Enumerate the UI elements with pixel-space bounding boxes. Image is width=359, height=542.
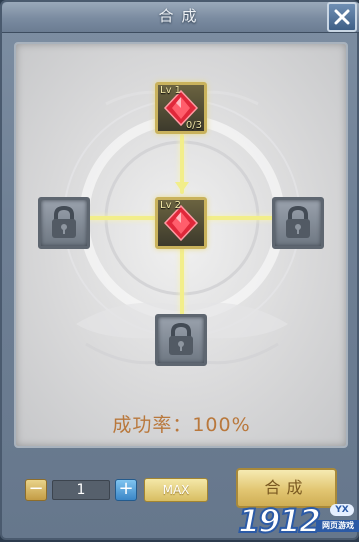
quantity-decrease-button[interactable]: − (25, 479, 47, 501)
result-level-label: Lv 2 (160, 200, 182, 211)
title-bar: 合成 (2, 2, 359, 33)
material-gem-slot[interactable]: Lv 1 0/3 (155, 82, 207, 134)
locked-slot-left[interactable] (38, 197, 90, 249)
watermark-number: 1912 (237, 501, 322, 541)
close-icon (334, 9, 350, 25)
success-rate-text: 成功率：100% (112, 414, 251, 436)
material-count-label: 0/3 (185, 120, 202, 131)
quantity-increase-button[interactable]: + (115, 479, 137, 501)
close-button[interactable] (327, 2, 357, 32)
lock-icon (169, 322, 193, 355)
lock-icon (286, 205, 310, 238)
result-gem-slot[interactable]: Lv 2 (155, 197, 207, 249)
synthesis-window: 合成 Lv 1 0/3 Lv 2 成功率：100% − 1 + MAX 合成 1… (0, 0, 359, 542)
max-quantity-button[interactable]: MAX (144, 478, 208, 502)
locked-slot-bottom[interactable] (155, 314, 207, 366)
lock-icon (52, 205, 76, 238)
quantity-field[interactable]: 1 (52, 480, 110, 500)
locked-slot-right[interactable] (272, 197, 324, 249)
material-level-label: Lv 1 (160, 85, 182, 96)
watermark-subtitle: 网页游戏 (316, 520, 359, 532)
site-watermark: 1912 YX 网页游戏 (237, 501, 359, 542)
window-title: 合成 (158, 7, 205, 25)
watermark-badge: YX (330, 504, 354, 516)
